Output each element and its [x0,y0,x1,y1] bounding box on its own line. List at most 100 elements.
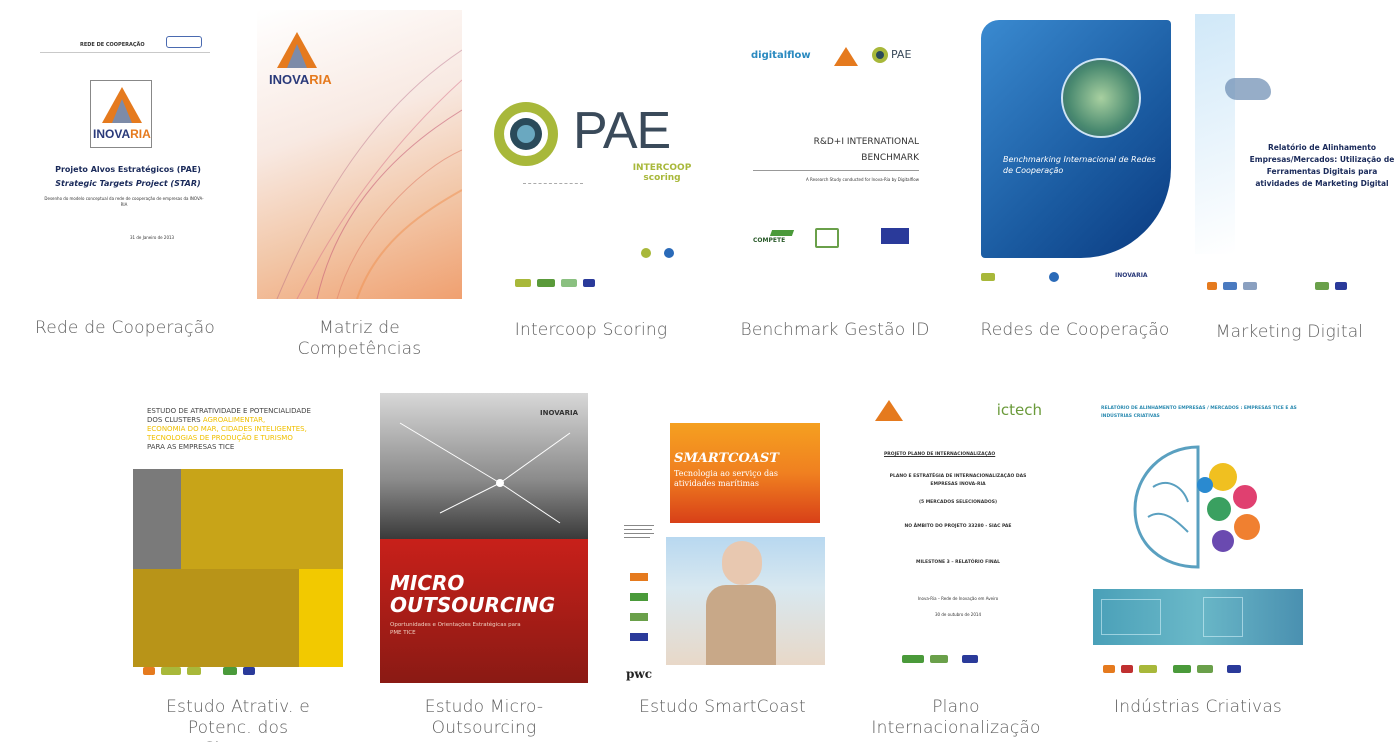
pae-small: PAE [891,48,912,61]
intercoop-tag: INTERCOOP scoring [632,163,692,183]
cover-image[interactable]: ictech PROJETO PLANO DE INTERNACIONALIZA… [864,393,1048,683]
partner-logos [1103,665,1241,673]
yellow-block [299,569,343,667]
pwc-logo: pwc [626,667,653,681]
inovaria-logo-icon [277,32,317,68]
logo-box [166,36,202,48]
face [722,541,762,585]
cover-sub: Oportunidades e Orientações Estratégicas… [390,622,521,636]
cover-image[interactable]: ESTUDO DE ATRATIVIDADE E POTENCIALIDADE … [133,393,343,683]
cover-header: REDE DE COOPERAÇÃO [80,42,145,48]
cover-title: Benchmarking Internacional de Redes de C… [1003,155,1156,175]
ictech-logo: ictech [996,401,1042,419]
publication-estudo-atrativ[interactable]: ESTUDO DE ATRATIVIDADE E POTENCIALIDADE … [133,393,343,742]
cover-title: RELATÓRIO DE ALINHAMENTO EMPRESAS / MERC… [1101,406,1297,419]
blue-streak [1195,14,1235,254]
coat [706,585,776,665]
publication-rede-de-cooperacao[interactable]: REDE DE COOPERAÇÃO INOVARIA Projeto Alvo… [30,24,220,344]
cover-t4: NO ÂMBITO DO PROJETO 33280 - SIAC PAE [904,524,1012,529]
publication-caption[interactable]: Benchmark Gestão ID [725,320,945,341]
cover-t1: PROJETO PLANO DE INTERNACIONALIZAÇÃO [884,452,996,457]
publication-caption[interactable]: Indústrias Criativas [1073,697,1323,718]
partner-logos [641,243,675,262]
inovaria-wordmark: INOVARIA [269,72,332,87]
cover-image[interactable]: Relatório de Alinhamento Empresas/Mercad… [1195,14,1398,304]
cover-image[interactable]: PAE INTERCOOP scoring [481,55,701,300]
pae-wordmark: PAE [573,102,671,160]
inovaria-logo-box: INOVARIA [90,80,152,148]
publication-smartcoast[interactable]: SMARTCOAST Tecnologia ao serviço das ati… [620,393,825,717]
publication-micro-outsourcing[interactable]: INOVARIA MICRO OUTSOURCING Oportunidades… [380,393,588,742]
cover-title-2: OUTSOURCING [390,593,556,617]
cover-sub: Tecnologia ao serviço das atividades mar… [674,469,778,488]
publication-caption[interactable]: Estudo Micro-Outsourcing [380,697,588,739]
partner-logos [143,667,255,675]
publication-matriz-competencias[interactable]: INOVARIA Matriz de Competências [257,10,462,370]
banner-box-2 [1203,597,1243,637]
tech-banner [1093,589,1303,645]
cover-image[interactable]: SMARTCOAST Tecnologia ao serviço das ati… [620,393,825,683]
cover-title-1: MICRO [390,571,465,595]
publication-benchmark-gestao-id[interactable]: digitalflow PAE R&D+I INTERNATIONAL BENC… [741,40,929,340]
publication-plano-internacionalizacao[interactable]: ictech PROJETO PLANO DE INTERNACIONALIZA… [864,393,1048,742]
cover-sub: A Research Study conducted for Inova-Ria… [806,177,919,182]
cover-image[interactable]: RELATÓRIO DE ALINHAMENTO EMPRESAS / MERC… [1093,393,1303,683]
publication-redes-de-cooperacao[interactable]: Benchmarking Internacional de Redes de C… [975,20,1175,340]
publication-marketing-digital[interactable]: Relatório de Alinhamento Empresas/Mercad… [1195,14,1398,344]
publication-caption[interactable]: Rede de Cooperação [10,318,240,339]
partner-logos [630,573,652,653]
publication-caption[interactable]: Intercoop Scoring [461,320,721,341]
publication-caption[interactable]: Marketing Digital [1185,322,1394,343]
cover-title: Projeto Alvos Estratégicos (PAE) [55,165,201,174]
cover-title: SMARTCOAST [674,451,779,466]
cover-image[interactable]: digitalflow PAE R&D+I INTERNATIONAL BENC… [745,40,925,270]
team-photo [133,569,299,667]
publication-industrias-criativas[interactable]: RELATÓRIO DE ALINHAMENTO EMPRESAS / MERC… [1093,393,1303,717]
cover-image[interactable]: INOVARIA MICRO OUTSOURCING Oportunidades… [380,393,588,683]
decorative-dash [523,183,583,187]
publication-caption[interactable]: Plano Internacionalização [864,697,1048,739]
cover-line-1: ESTUDO DE ATRATIVIDADE E POTENCIALIDADE [147,407,311,415]
publication-caption[interactable]: Matriz de Competências [297,318,422,360]
divider [40,52,210,53]
cover-description: Desenho do modelo conceptual da rede de … [44,196,204,207]
cover-t2: PLANO E ESTRATÉGIA DE INTERNACIONALIZAÇÃ… [889,474,1027,487]
blue-panel [981,20,1171,258]
inovaria-logo-icon [875,400,903,421]
cover-t7: 30 de outubro de 2014 [935,612,981,617]
compete-label: COMPETE [753,237,786,244]
cover-t5: MILESTONE 3 – RELATÓRIO FINAL [916,560,1000,565]
cover-image[interactable]: REDE DE COOPERAÇÃO INOVARIA Projeto Alvo… [30,24,220,264]
inovaria-footer: INOVARIA [1115,272,1148,279]
pae-logo-icon [494,102,558,166]
inovaria-logo: INOVARIA [540,409,578,417]
cover-line-4: TECNOLOGIAS DE PRODUÇÃO E TURISMO [147,434,293,442]
office-photo [181,469,343,569]
partner-logos [1207,282,1347,290]
inovaria-wordmark: INOVARIA [93,127,151,141]
publication-caption[interactable]: Estudo SmartCoast [600,697,845,718]
woman-photo [666,537,825,665]
cover-title-1: R&D+I INTERNATIONAL [813,137,919,147]
cover-image[interactable]: INOVARIA [257,10,462,299]
inovaria-logo-icon [102,87,142,123]
publication-caption[interactable]: Estudo Atrativ. e Potenc. dos Clusters [153,697,323,742]
partner-logos [902,655,978,663]
qren-logo [815,228,839,248]
cover-line-3: ECONOMIA DO MAR, CIDADES INTELIGENTES, [147,425,307,433]
cover-image[interactable]: Benchmarking Internacional de Redes de C… [975,20,1175,290]
publication-caption[interactable]: Redes de Cooperação [955,320,1195,341]
digitalflow-logo: digitalflow [751,50,811,61]
divider [753,170,919,171]
funding-logos [515,279,595,287]
publication-intercoop-scoring[interactable]: PAE INTERCOOP scoring Intercoop Scoring [481,55,701,355]
cover-line-2-wrap: DOS CLUSTERS AGROALIMENTAR, [147,416,265,424]
cover-line-2b: AGROALIMENTAR, [202,416,266,424]
cover-line-5: PARA AS EMPRESAS TICE [147,443,235,451]
small-text-block [624,525,660,561]
cover-title-2: BENCHMARK [861,153,919,163]
world-map [1225,78,1271,100]
partner-logos [981,272,1059,282]
cover-t3: (5 MERCADOS SELECIONADOS) [918,500,998,505]
cover-date: 31 de Janeiro de 2013 [130,235,175,240]
